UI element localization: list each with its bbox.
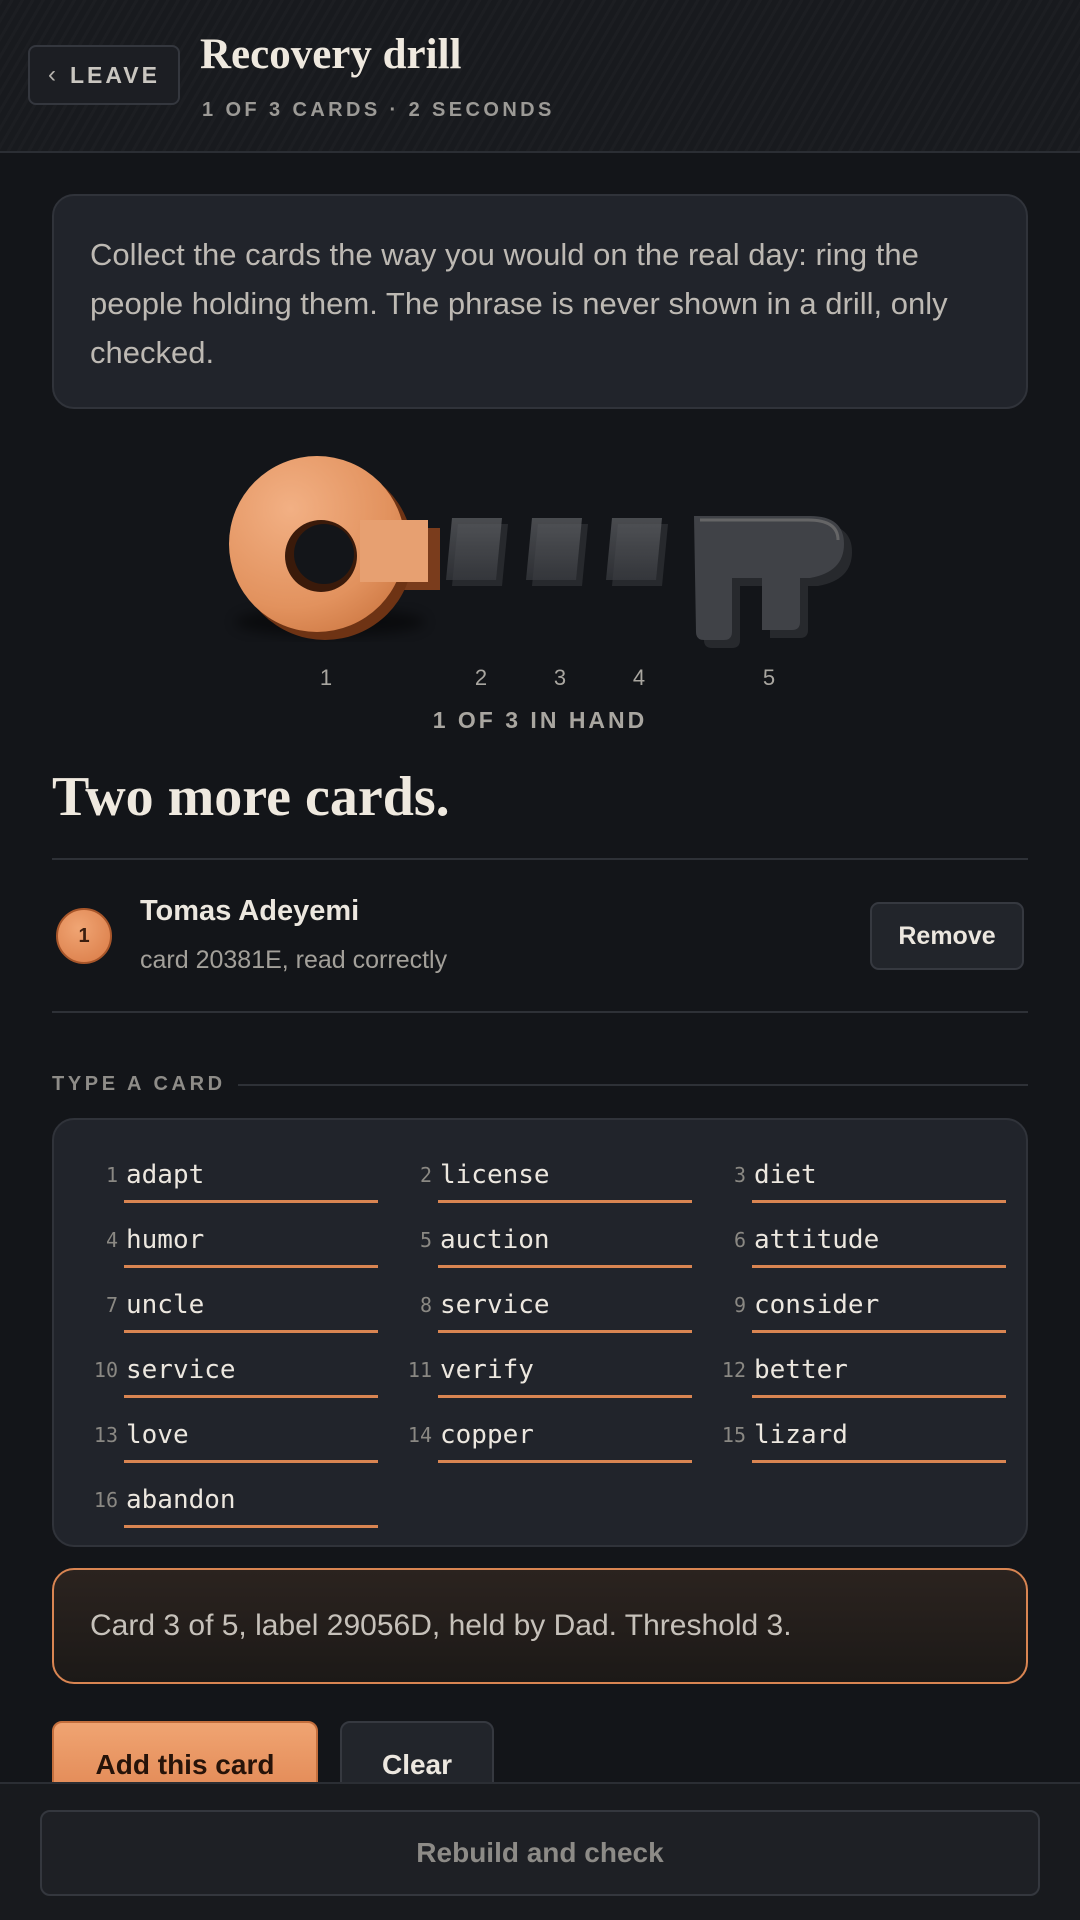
top-bar: ‹ LEAVE Recovery drill 1 OF 3 CARDS · 2 … — [0, 0, 1080, 153]
word-field-16[interactable]: 16 abandon — [78, 1478, 378, 1528]
word-field-10[interactable]: 10 service — [78, 1348, 378, 1398]
instructions-card: Collect the cards the way you would on t… — [52, 194, 1028, 409]
word-entry-grid: 1 adapt 2 license 3 diet 4 humor 5 auction 6a… — [52, 1118, 1028, 1547]
rebuild-and-check-button[interactable]: Rebuild and check — [40, 1810, 1040, 1896]
key-bow-share-1 — [229, 456, 440, 640]
word-field-6[interactable]: 6 attitude — [706, 1218, 1006, 1268]
word-field-4[interactable]: 4 humor — [78, 1218, 378, 1268]
word-index: 13 — [93, 1423, 118, 1447]
key-progress: 1 2 3 4 5 — [0, 440, 1080, 690]
page-title: Recovery drill — [200, 31, 462, 78]
key-shaft-pending — [446, 516, 852, 648]
word-index: 3 — [733, 1163, 746, 1187]
status-heading: Two more cards. — [52, 766, 450, 828]
word-input[interactable]: diet — [752, 1153, 1006, 1203]
word-index: 4 — [105, 1228, 118, 1252]
word-index: 1 — [105, 1163, 118, 1187]
word-input[interactable]: auction — [438, 1218, 692, 1268]
word-index: 14 — [407, 1423, 432, 1447]
word-index: 10 — [93, 1358, 118, 1382]
share-label-1: 1 — [319, 665, 333, 690]
word-input[interactable]: attitude — [752, 1218, 1006, 1268]
key-icon — [229, 456, 852, 648]
word-index: 8 — [419, 1293, 432, 1317]
word-field-9[interactable]: 9 consider — [706, 1283, 1006, 1333]
word-input[interactable]: copper — [438, 1413, 692, 1463]
card-match-text: Card 3 of 5, label 29056D, held by Dad. … — [90, 1609, 792, 1642]
word-field-1[interactable]: 1 adapt — [78, 1153, 378, 1203]
word-input[interactable]: abandon — [124, 1478, 378, 1528]
chevron-left-icon: ‹ — [48, 61, 56, 88]
word-field-14[interactable]: 14 copper — [392, 1413, 692, 1463]
holder-name: Tomas Adeyemi — [140, 895, 360, 927]
section-label: TYPE A CARD — [52, 1073, 226, 1095]
word-index: 15 — [721, 1423, 746, 1447]
holder-note: card 20381E, read correctly — [140, 946, 448, 974]
word-index: 6 — [733, 1228, 746, 1252]
word-field-7[interactable]: 7 uncle — [78, 1283, 378, 1333]
word-input[interactable]: service — [124, 1348, 378, 1398]
word-field-8[interactable]: 8 service — [392, 1283, 692, 1333]
divider — [238, 1084, 1028, 1086]
share-label-2: 2 — [474, 665, 488, 690]
word-field-15[interactable]: 15 lizard — [706, 1413, 1006, 1463]
word-input[interactable]: verify — [438, 1348, 692, 1398]
remove-button[interactable]: Remove — [870, 902, 1024, 970]
word-index: 11 — [407, 1358, 432, 1382]
instructions-text: Collect the cards the way you would on t… — [90, 237, 948, 370]
leave-label: LEAVE — [70, 61, 160, 88]
word-index: 5 — [419, 1228, 432, 1252]
leave-button[interactable]: ‹ LEAVE — [28, 45, 180, 105]
divider — [52, 858, 1028, 860]
word-input[interactable]: service — [438, 1283, 692, 1333]
share-label-4: 4 — [632, 665, 646, 690]
word-field-12[interactable]: 12 better — [706, 1348, 1006, 1398]
share-label-3: 3 — [553, 665, 567, 690]
divider — [52, 1011, 1028, 1013]
share-label-5: 5 — [762, 665, 776, 690]
word-index: 16 — [93, 1488, 118, 1512]
word-input[interactable]: love — [124, 1413, 378, 1463]
word-input[interactable]: lizard — [752, 1413, 1006, 1463]
word-field-5[interactable]: 5 auction — [392, 1218, 692, 1268]
word-field-13[interactable]: 13 love — [78, 1413, 378, 1463]
word-index: 12 — [721, 1358, 746, 1382]
share-number-badge: 1 — [56, 908, 112, 964]
word-field-2[interactable]: 2 license — [392, 1153, 692, 1203]
word-input[interactable]: consider — [752, 1283, 1006, 1333]
word-input[interactable]: humor — [124, 1218, 378, 1268]
word-input[interactable]: license — [438, 1153, 692, 1203]
word-input[interactable]: uncle — [124, 1283, 378, 1333]
card-match-result: Card 3 of 5, label 29056D, held by Dad. … — [52, 1568, 1028, 1684]
page-subtitle: 1 OF 3 CARDS · 2 SECONDS — [202, 99, 555, 121]
word-input[interactable]: better — [752, 1348, 1006, 1398]
word-index: 9 — [733, 1293, 746, 1317]
word-field-11[interactable]: 11 verify — [392, 1348, 692, 1398]
word-index: 7 — [105, 1293, 118, 1317]
word-index: 2 — [419, 1163, 432, 1187]
bottom-action-bar: Rebuild and check — [0, 1782, 1080, 1920]
word-input[interactable]: adapt — [124, 1153, 378, 1203]
in-hand-count: 1 OF 3 IN HAND — [432, 707, 648, 733]
word-field-3[interactable]: 3 diet — [706, 1153, 1006, 1203]
